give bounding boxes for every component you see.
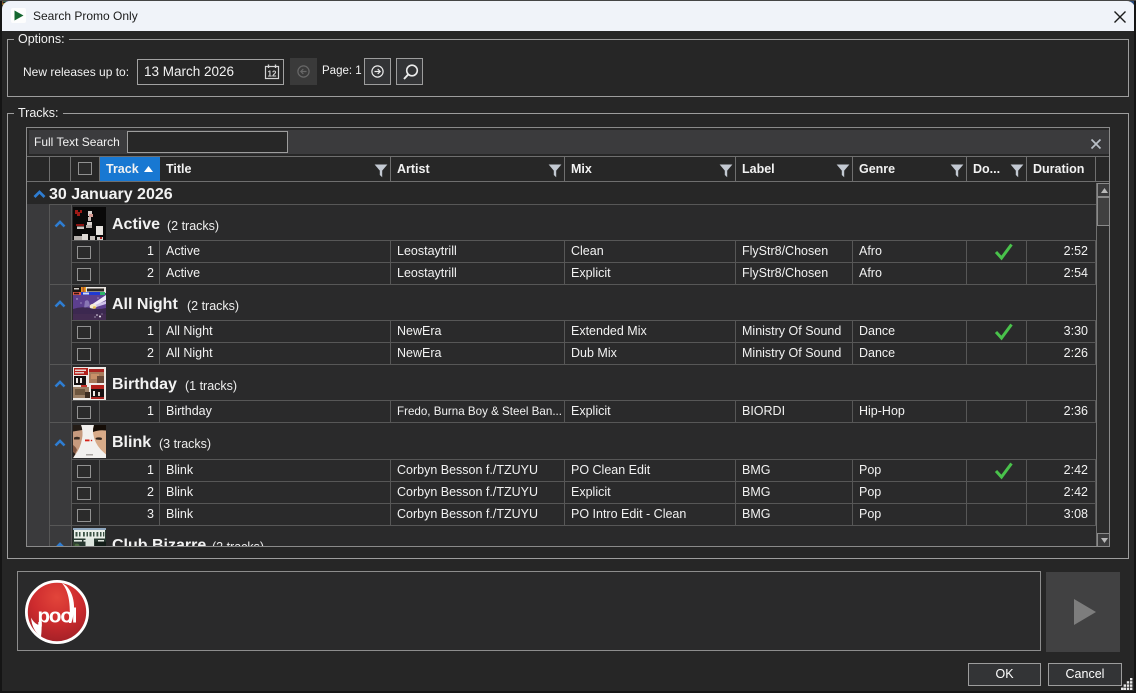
svg-text:12: 12 [268,70,277,79]
